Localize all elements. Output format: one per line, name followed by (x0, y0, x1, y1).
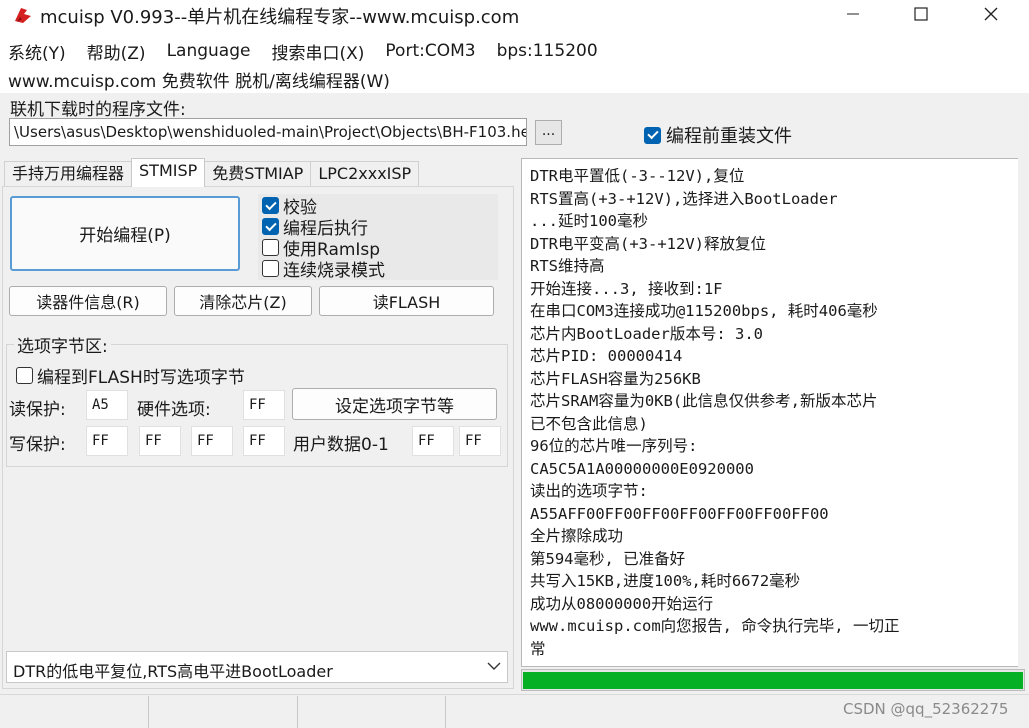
log-line: 共写入15KB,进度100%,耗时6672毫秒 (530, 572, 801, 590)
log-line: 在串口COM3连接成功@115200bps, 耗时406毫秒 (530, 302, 878, 320)
minimize-icon (847, 13, 859, 15)
menu-help[interactable]: 帮助(Z) (87, 39, 146, 64)
tab-stmisp[interactable]: STMISP (131, 158, 206, 187)
log-line: 常 (530, 639, 546, 658)
reset-mode-select[interactable]: DTR的低电平复位,RTS高电平进BootLoader (6, 651, 508, 683)
menu-system[interactable]: 系统(Y) (8, 39, 66, 64)
write-option-bytes-checkbox[interactable]: 编程到FLASH时写选项字节 (16, 363, 245, 388)
checkbox-unchecked-icon (262, 260, 279, 277)
menu-language[interactable]: Language (167, 41, 251, 61)
read-protect-label: 读保护: (9, 400, 66, 420)
log-line: CA5C5A1A00000000E0920000 (530, 459, 754, 478)
write-protect-field-3[interactable]: FF (191, 426, 233, 456)
log-line: A55AFF00FF00FF00FF00FF00FF00FF00 (530, 504, 829, 523)
status-divider (445, 696, 446, 728)
watermark: CSDN @qq_52362275 (843, 700, 1009, 718)
read-device-info-button[interactable]: 读器件信息(R) (9, 286, 167, 316)
log-line: 读出的选项字节: (530, 482, 648, 500)
use-ramisp-checkbox[interactable]: 使用RamIsp (262, 237, 380, 260)
checkbox-unchecked-icon (262, 239, 279, 256)
status-divider (148, 696, 149, 728)
write-protect-field-4[interactable]: FF (243, 426, 285, 456)
log-line: ...延时100毫秒 (530, 212, 648, 230)
maximize-icon (914, 7, 928, 21)
verify-checkbox[interactable]: 校验 (262, 195, 317, 218)
log-line: 第594毫秒, 已准备好 (530, 549, 686, 568)
write-option-bytes-label: 编程到FLASH时写选项字节 (37, 368, 245, 388)
tab-lpc2xxxisp[interactable]: LPC2xxxISP (310, 161, 420, 187)
chevron-down-icon (487, 662, 501, 670)
start-programming-button[interactable]: 开始编程(P) (10, 196, 240, 271)
menu-port[interactable]: Port:COM3 (385, 41, 475, 61)
program-file-label: 联机下载时的程序文件: (10, 100, 186, 120)
minimize-button[interactable] (828, 0, 878, 28)
maximize-button[interactable] (896, 0, 946, 28)
log-line: 芯片内BootLoader版本号: 3.0 (530, 324, 763, 343)
menu-bar-row-2: www.mcuisp.com 免费软件 脱机/离线编程器(W) (0, 65, 1029, 93)
write-protect-label: 写保护: (9, 435, 66, 455)
continuous-burn-label: 连续烧录模式 (283, 261, 385, 281)
option-bytes-legend: 选项字节区: (14, 332, 111, 357)
program-file-input[interactable]: \Users\asus\Desktop\wenshiduoled-main\Pr… (9, 118, 527, 146)
checkbox-checked-icon (644, 126, 661, 144)
status-divider (297, 696, 298, 728)
progress-bar-fill (523, 672, 1023, 689)
window-title: mcuisp V0.993--单片机在线编程专家--www.mcuisp.com (40, 7, 520, 28)
reload-before-program-label: 编程前重装文件 (666, 126, 792, 147)
log-output[interactable]: DTR电平置低(-3--12V),复位 RTS置高(+3-+12V),选择进入Bo… (521, 158, 1025, 667)
hardware-option-label: 硬件选项: (137, 400, 211, 420)
log-line: DTR电平置低(-3--12V),复位 (530, 167, 745, 185)
checkbox-checked-icon (262, 197, 279, 214)
app-icon (15, 8, 31, 23)
run-after-program-checkbox[interactable]: 编程后执行 (262, 216, 368, 239)
read-flash-button[interactable]: 读FLASH (319, 286, 494, 316)
log-scrollbar[interactable] (1018, 158, 1026, 667)
write-protect-field-2[interactable]: FF (139, 426, 181, 456)
log-line: 成功从08000000开始运行 (530, 594, 714, 613)
log-line: 开始连接...3, 接收到:1F (530, 279, 723, 298)
checkbox-checked-icon (262, 218, 279, 235)
user-data-label: 用户数据0-1 (293, 435, 389, 455)
continuous-burn-checkbox[interactable]: 连续烧录模式 (262, 258, 385, 281)
log-line: www.mcuisp.com向您报告, 命令执行完毕, 一切正 (530, 617, 900, 635)
menu-bps[interactable]: bps:115200 (497, 41, 598, 61)
close-icon (984, 7, 998, 21)
menu-bar: 系统(Y) 帮助(Z) Language 搜索串口(X) Port:COM3 b… (0, 37, 1029, 65)
log-line: RTS维持高 (530, 257, 605, 275)
erase-chip-button[interactable]: 清除芯片(Z) (174, 286, 312, 316)
menu-offline-programmer[interactable]: www.mcuisp.com 免费软件 脱机/离线编程器(W) (8, 67, 390, 92)
tab-handheld-programmer[interactable]: 手持万用编程器 (4, 161, 133, 187)
menu-search-port[interactable]: 搜索串口(X) (271, 39, 364, 64)
checkbox-unchecked-icon (16, 367, 33, 384)
close-button[interactable] (966, 0, 1016, 28)
read-protect-field[interactable]: A5 (86, 390, 128, 420)
log-line: 96位的芯片唯一序列号: (530, 437, 698, 455)
set-option-bytes-button[interactable]: 设定选项字节等 (292, 388, 497, 420)
log-line: 已不包含此信息) (530, 414, 648, 433)
log-line: RTS置高(+3-+12V),选择进入BootLoader (530, 189, 838, 208)
tab-strip: 手持万用编程器 STMISP 免费STMIAP LPC2xxxISP (4, 158, 420, 187)
user-data-field-1[interactable]: FF (459, 426, 501, 456)
user-data-field-0[interactable]: FF (412, 426, 454, 456)
log-line: 芯片SRAM容量为0KB(此信息仅供参考,新版本芯片 (530, 392, 878, 410)
hardware-option-field[interactable]: FF (243, 390, 285, 420)
log-line: DTR电平变高(+3-+12V)释放复位 (530, 234, 766, 253)
log-line: 全片擦除成功 (530, 527, 624, 545)
write-protect-field-1[interactable]: FF (86, 426, 128, 456)
log-line: 芯片PID: 00000414 (530, 347, 683, 365)
tab-free-stmiap[interactable]: 免费STMIAP (204, 161, 312, 187)
browse-button[interactable]: ... (535, 120, 562, 145)
log-line: 芯片FLASH容量为256KB (530, 369, 701, 388)
reload-before-program-checkbox[interactable]: 编程前重装文件 (644, 122, 792, 148)
